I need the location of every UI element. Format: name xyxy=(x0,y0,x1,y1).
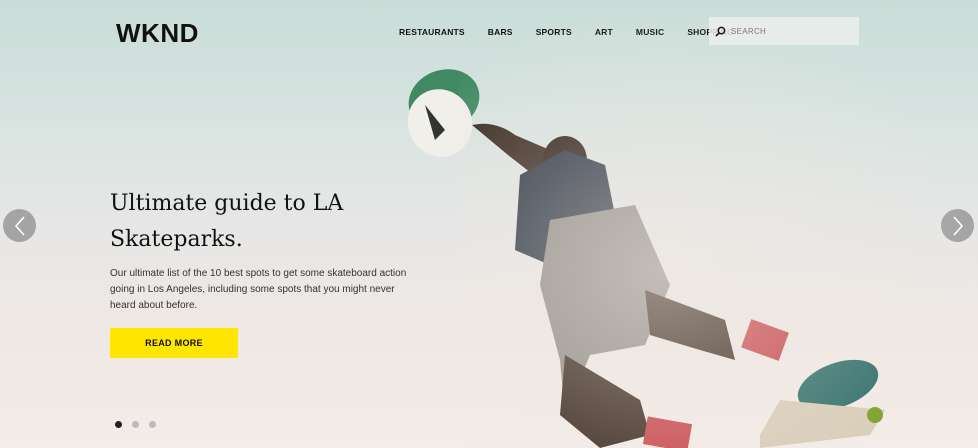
search-box[interactable] xyxy=(709,17,859,45)
search-input[interactable] xyxy=(729,25,853,37)
main-nav: RESTAURANTS BARS SPORTS ART MUSIC SHOPPI… xyxy=(399,27,757,37)
cap-shape xyxy=(407,69,480,157)
hero-headline: Ultimate guide to LA Skateparks. xyxy=(110,191,344,252)
hero-description: Our ultimate list of the 10 best spots t… xyxy=(110,268,407,311)
carousel-next-button[interactable] xyxy=(941,209,974,242)
chevron-left-icon xyxy=(14,215,25,236)
hero-image xyxy=(407,69,885,448)
chevron-right-icon xyxy=(952,215,963,236)
site-logo[interactable]: WKND xyxy=(116,18,199,49)
carousel-indicators xyxy=(115,421,156,428)
nav-item-art[interactable]: ART xyxy=(595,27,613,37)
search-icon xyxy=(715,26,726,37)
nav-item-music[interactable]: MUSIC xyxy=(636,27,664,37)
carousel-dot-1[interactable] xyxy=(115,421,122,428)
nav-item-bars[interactable]: BARS xyxy=(488,27,513,37)
hero-carousel: WKND RESTAURANTS BARS SPORTS ART MUSIC S… xyxy=(0,0,978,448)
carousel-prev-button[interactable] xyxy=(3,209,36,242)
carousel-dot-3[interactable] xyxy=(149,421,156,428)
nav-item-restaurants[interactable]: RESTAURANTS xyxy=(399,27,465,37)
nav-item-sports[interactable]: SPORTS xyxy=(536,27,572,37)
carousel-dot-2[interactable] xyxy=(132,421,139,428)
read-more-button[interactable]: READ MORE xyxy=(110,328,238,358)
